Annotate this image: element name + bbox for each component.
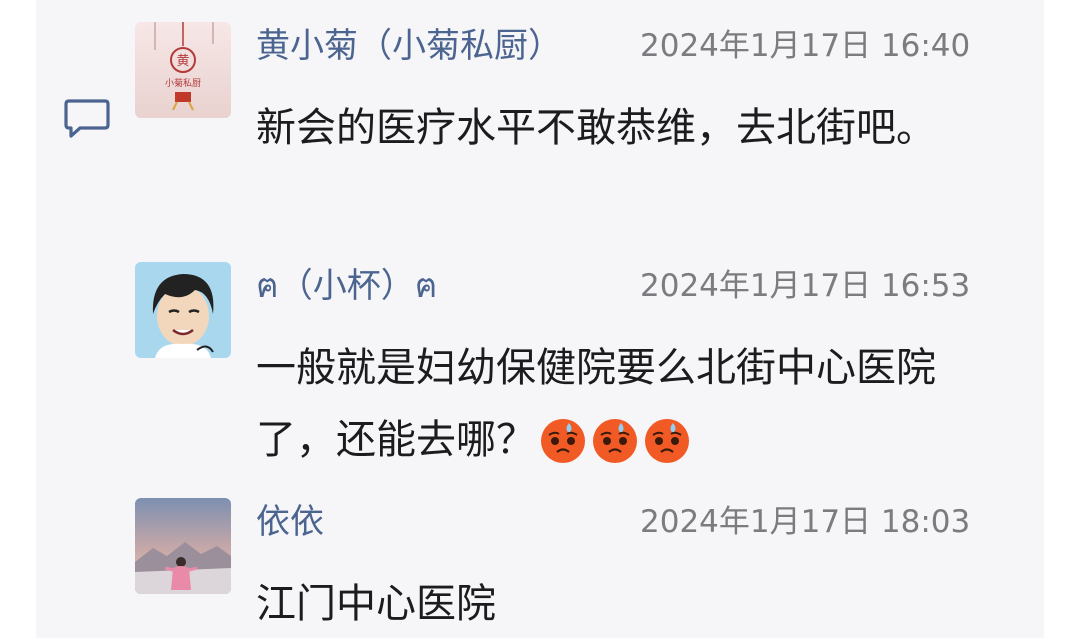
comment-text: 江门中心医院 (256, 581, 496, 627)
comment-text: 新会的医疗水平不敢恭维，去北街吧。 (256, 105, 936, 151)
comment-author-name[interactable]: 依依 (256, 498, 324, 546)
comment-author-name[interactable]: 黄小菊（小菊私厨） (256, 22, 562, 70)
comment-timestamp: 2024年1月17日 16:53 (640, 268, 971, 304)
comment-timestamp: 2024年1月17日 16:40 (640, 28, 971, 64)
avatar[interactable] (135, 262, 231, 358)
anxious-face-with-sweat-emoji (590, 415, 640, 465)
comment-icon[interactable] (63, 97, 111, 141)
anxious-face-with-sweat-emoji (538, 415, 588, 465)
avatar[interactable]: 黄 小菊私厨 (135, 22, 231, 118)
avatar[interactable] (135, 498, 231, 594)
anxious-face-with-sweat-emoji (642, 415, 692, 465)
comment-text: 一般就是妇幼保健院要么北街中心医院了，还能去哪？ (256, 332, 986, 476)
avatar-logo-char: 黄 (176, 54, 189, 69)
avatar-logo-text: 小菊私厨 (165, 78, 201, 89)
comment-timestamp: 2024年1月17日 18:03 (640, 504, 971, 540)
comment-author-name[interactable]: ฅ（小杯）ฅ (256, 262, 438, 310)
